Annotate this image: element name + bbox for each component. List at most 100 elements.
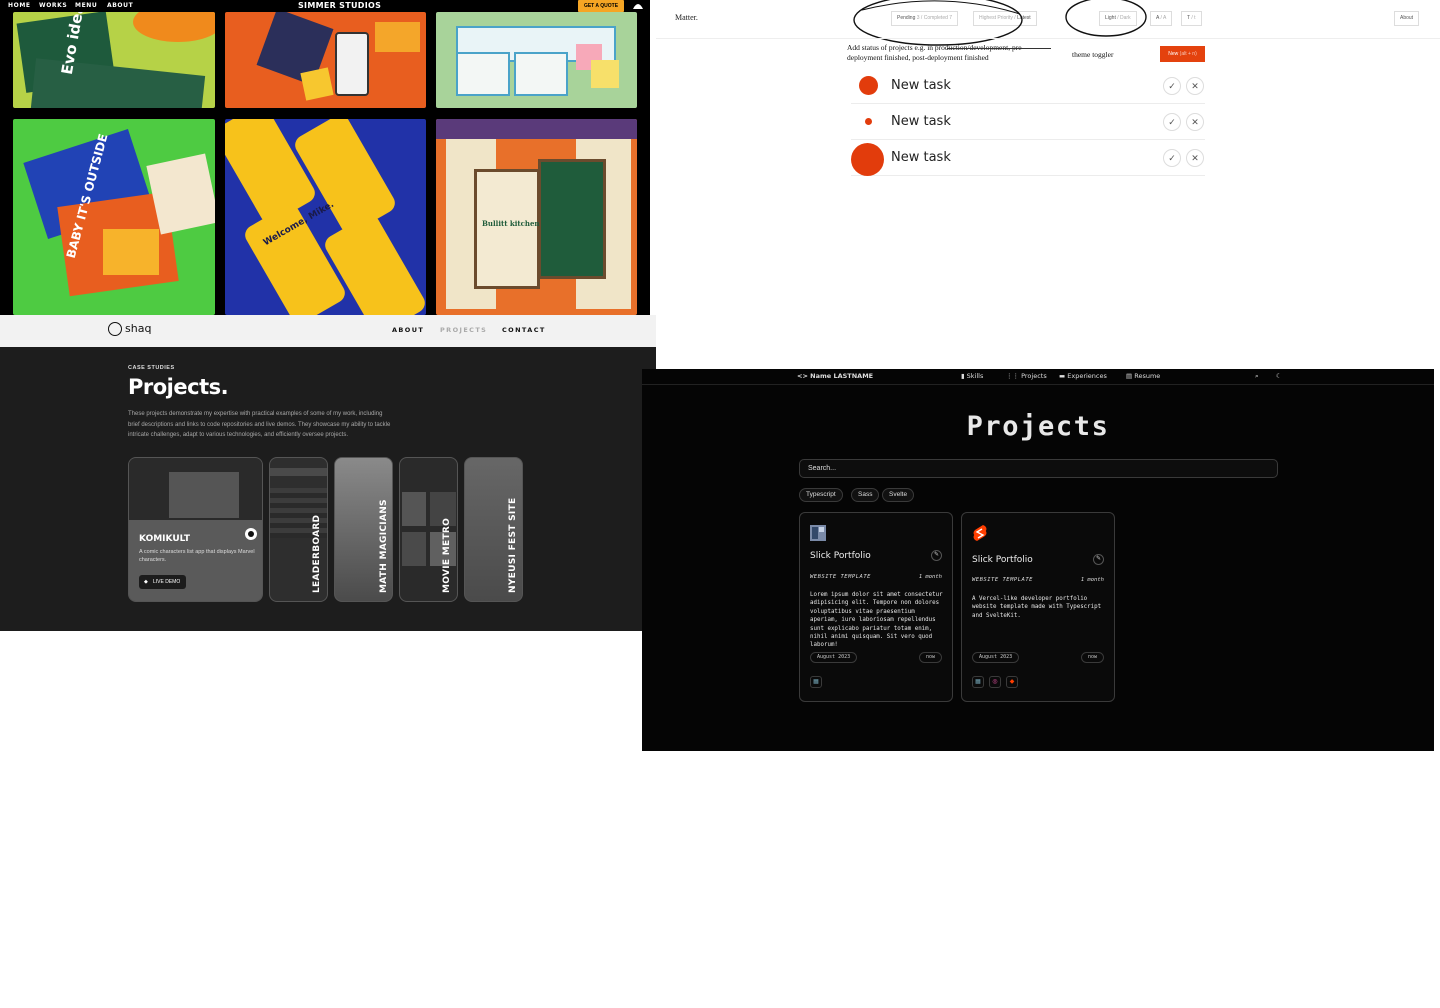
search-icon[interactable]: ⌕ (1255, 372, 1259, 381)
project-type: WEBSITE TEMPLATE (972, 577, 1033, 583)
brand-link[interactable]: <> Name LASTNAME (797, 372, 873, 380)
project-card-featured[interactable]: KOMIKULT A comic characters list app tha… (128, 457, 263, 602)
code-icon: <> (797, 372, 808, 380)
svelte-icon[interactable]: ◆ (1006, 676, 1018, 688)
task-row[interactable]: New task ✓ ✕ (851, 68, 1205, 104)
close-icon[interactable]: ✕ (1186, 149, 1204, 167)
search-input[interactable]: Search... (799, 459, 1278, 478)
edit-icon[interactable]: ✎ (1093, 554, 1104, 565)
bell-icon[interactable] (632, 2, 644, 10)
shaq-nav-projects[interactable]: PROJECTS (440, 326, 487, 334)
filter-chip-typescript[interactable]: Typescript (799, 488, 843, 502)
get-a-quote-button[interactable]: GET A QUOTE (578, 0, 624, 12)
nav-works[interactable]: WORKS (39, 2, 67, 9)
font-toggle[interactable]: A / A (1150, 11, 1173, 26)
nav-experiences[interactable]: ▬ Experiences (1059, 372, 1107, 380)
svelte-icon (973, 525, 987, 541)
project-type: WEBSITE TEMPLATE (810, 574, 871, 580)
project-tile-4[interactable]: BABY IT'S OUTSIDE (13, 119, 215, 315)
nav-about[interactable]: ABOUT (107, 2, 133, 9)
shaq-nav-about[interactable]: ABOUT (392, 326, 424, 334)
font-serif[interactable]: A (1156, 15, 1159, 21)
shaq-brand[interactable]: shaq (125, 322, 151, 335)
shaq-logo-icon[interactable] (108, 322, 122, 336)
project-card-math-magicians[interactable]: MATH MAGICIANS (334, 457, 393, 602)
briefcase-icon: ▬ (1059, 372, 1066, 380)
priority-dot[interactable] (851, 143, 884, 176)
task-label[interactable]: New task (891, 150, 951, 165)
matter-brand[interactable]: Matter. (675, 13, 698, 22)
edit-icon[interactable]: ✎ (931, 550, 942, 561)
task-row[interactable]: New task ✓ ✕ (851, 104, 1205, 140)
project-tile-2[interactable] (225, 12, 426, 108)
project-card[interactable]: Slick Portfolio ✎ WEBSITE TEMPLATE 1 mon… (961, 512, 1115, 702)
tech-icon[interactable]: ▦ (810, 676, 822, 688)
new-task-button[interactable]: New (alt + n) (1160, 46, 1205, 62)
project-card-leaderboard[interactable]: LEADERBOARD (269, 457, 328, 602)
grid-icon: ⋮⋮ (1006, 372, 1019, 380)
live-demo-label: LIVE DEMO (153, 579, 181, 585)
new-shortcut: (alt + n) (1179, 51, 1197, 57)
project-logo-icon (810, 525, 826, 541)
nav-menu[interactable]: MENU (75, 2, 97, 9)
project-card-movie-metro[interactable]: MOVIE METRO (399, 457, 458, 602)
project-tile-5[interactable]: Welcome, Mike. (225, 119, 426, 315)
task-label[interactable]: New task (891, 114, 951, 129)
document-icon: ▤ (1126, 372, 1133, 380)
case-lower[interactable]: t (1194, 15, 1195, 21)
close-icon[interactable]: ✕ (1186, 77, 1204, 95)
annotation-status-note: Add status of projects e.g. in productio… (847, 43, 1025, 62)
project-vertical-label: LEADERBOARD (312, 514, 322, 593)
task-row[interactable]: New task ✓ ✕ (851, 140, 1205, 176)
project-tile-6[interactable]: Bullitt kitchen (436, 119, 637, 315)
annotation-circle-filters (853, 0, 1023, 46)
project-duration: 1 month (1080, 577, 1104, 583)
case-toggle[interactable]: T / t (1181, 11, 1202, 26)
date-from: August 2023 (810, 652, 858, 663)
nav-resume[interactable]: ▤ Resume (1126, 372, 1160, 380)
simmer-studios-panel: HOME WORKS MENU ABOUT SIMMER STUDIOS GET… (0, 0, 650, 315)
simmer-logo[interactable]: SIMMER STUDIOS (298, 1, 381, 10)
project-name: Slick Portfolio (972, 555, 1033, 565)
annotation-circle-theme (1065, 0, 1147, 37)
close-icon[interactable]: ✕ (1186, 113, 1204, 131)
project-tile-1[interactable]: Evo idea (13, 12, 215, 108)
priority-dot[interactable] (859, 76, 878, 95)
tile-text: Bullitt kitchen (482, 219, 540, 228)
rocket-icon: ◆ (144, 579, 148, 585)
page-description: These projects demonstrate my expertise … (128, 411, 391, 438)
project-vertical-label: NYEUSI FEST SITE (508, 497, 518, 593)
task-label[interactable]: New task (891, 78, 951, 93)
case-upper[interactable]: T (1187, 15, 1190, 21)
project-desc: A comic characters list app that display… (139, 549, 255, 563)
strike-line (947, 48, 1051, 49)
project-description: Lorem ipsum dolor sit amet consectetur a… (810, 592, 943, 649)
moon-icon[interactable]: ☾ (1276, 372, 1282, 380)
project-vertical-label: MOVIE METRO (442, 517, 452, 593)
page-title: Projects. (128, 375, 229, 399)
nav-label: Resume (1134, 372, 1161, 380)
nav-skills[interactable]: ▮ Skills (961, 372, 983, 380)
portfolio-panel: <> Name LASTNAME ▮ Skills ⋮⋮ Projects ▬ … (642, 369, 1434, 751)
filter-chip-svelte[interactable]: Svelte (882, 488, 915, 502)
project-tile-3[interactable] (436, 12, 637, 108)
font-sans[interactable]: A (1163, 15, 1166, 21)
check-icon[interactable]: ✓ (1163, 77, 1181, 95)
nav-home[interactable]: HOME (8, 2, 31, 9)
check-icon[interactable]: ✓ (1163, 149, 1181, 167)
project-card[interactable]: Slick Portfolio ✎ WEBSITE TEMPLATE 1 mon… (799, 512, 953, 702)
shaq-nav-contact[interactable]: CONTACT (502, 326, 546, 334)
sass-icon[interactable]: ◎ (989, 676, 1001, 688)
tech-icon[interactable]: ▦ (972, 676, 984, 688)
priority-dot[interactable] (865, 118, 872, 125)
project-card-nyeusi[interactable]: NYEUSI FEST SITE (464, 457, 523, 602)
check-icon[interactable]: ✓ (1163, 113, 1181, 131)
nav-label: Skills (966, 372, 984, 380)
date-to: now (918, 652, 942, 663)
github-icon[interactable] (245, 528, 257, 540)
live-demo-button[interactable]: ◆ LIVE DEMO (139, 575, 186, 589)
shaq-navbar (0, 315, 656, 347)
nav-projects[interactable]: ⋮⋮ Projects (1006, 372, 1047, 380)
about-button[interactable]: About (1394, 11, 1420, 26)
filter-chip-sass[interactable]: Sass (851, 488, 880, 502)
